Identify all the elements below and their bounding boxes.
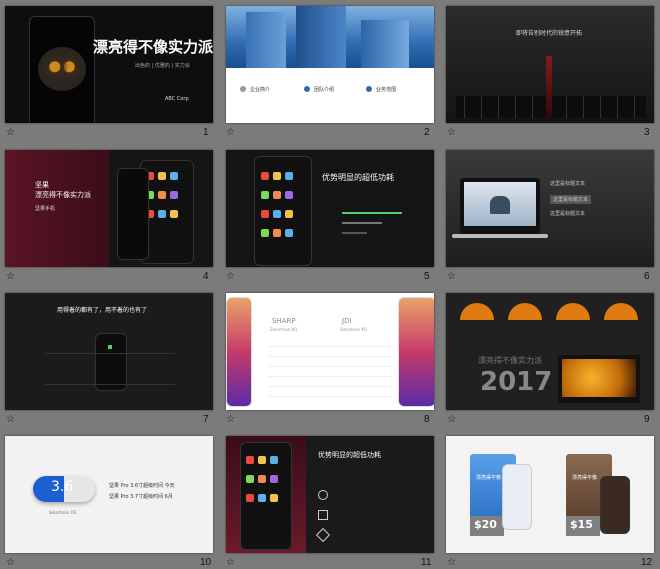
green-dot (108, 345, 112, 349)
label-right: 漂亮得不像 (572, 475, 598, 481)
phone-image-right (600, 476, 630, 534)
slide-number: 4 (203, 271, 209, 282)
info-row-3: 这里是标题文本 (550, 211, 586, 217)
progress-bar-gray-2 (342, 232, 367, 234)
phone-image-left (502, 464, 532, 530)
slide-title: 优势明显的超低功耗 (318, 451, 381, 459)
slide-thumbnail-12[interactable]: 漂亮得不像 $20 漂亮得不像 $15 (446, 436, 654, 553)
gauge-2 (508, 303, 542, 320)
spec-table (268, 337, 392, 401)
price-left: $20 (474, 518, 497, 531)
gauge-4 (604, 303, 638, 320)
gauge-3 (556, 303, 590, 320)
phone-image (240, 442, 292, 550)
phone-image-right (398, 297, 434, 407)
slide-footer: ABC Corp (165, 96, 189, 102)
progress-bar-green (342, 212, 402, 214)
slide-number: 11 (421, 557, 432, 568)
star-icon[interactable]: ☆ (6, 271, 15, 282)
slide-title: 优势明显的超低功耗 (322, 173, 394, 182)
star-icon[interactable]: ☆ (447, 271, 456, 282)
slide-thumbnail-5[interactable]: 优势明显的超低功耗 (226, 150, 434, 267)
slide-thumbnail-3[interactable]: 即将告别时代的锐意开拓 (446, 6, 654, 123)
slide-thumbnail-1[interactable]: 漂亮得不像实力派 出色的 | 优雅的 | 实力派 ABC Corp (5, 6, 213, 123)
owl-image (38, 47, 86, 91)
slide-thumbnail-7[interactable]: 用得着的都有了，用不着的也有了 (5, 293, 213, 410)
sub-left: Smartisan M1 (270, 327, 298, 332)
slide-title-line1: 坚果 (35, 181, 49, 189)
phone-image-left (226, 297, 252, 407)
slide-number: 1 (203, 127, 209, 138)
feature-icon-3 (366, 86, 372, 92)
slide-subtitle: 坚果手机 (35, 206, 56, 212)
slide-thumbnail-10[interactable]: 3.6 坚果 Pro 3.6寸超级时间 今天 坚果 Pro 3.7寸超级时间 6… (5, 436, 213, 553)
phone-image (254, 156, 312, 266)
slide-number: 7 (203, 414, 209, 425)
slide-title-line2: 漂亮得不像实力派 (35, 191, 91, 199)
star-icon[interactable]: ☆ (226, 271, 235, 282)
star-icon[interactable]: ☆ (447, 557, 456, 568)
slide-thumbnail-9[interactable]: 漂亮得不像实力派 2017 (446, 293, 654, 410)
info-line-2: 坚果 Pro 3.7寸超级时间 6月 (109, 494, 173, 500)
caption: Smartisan OS (49, 510, 77, 515)
slide-thumbnail-11[interactable]: 优势明显的超低功耗 (226, 436, 434, 553)
feature-label-3: 业务范围 (376, 87, 397, 93)
star-icon[interactable]: ☆ (226, 414, 235, 425)
star-icon[interactable]: ☆ (447, 127, 456, 138)
connector-lines (45, 353, 175, 385)
progress-bar-gray-1 (342, 222, 382, 224)
phone-image-back (117, 168, 149, 260)
brand-right: JDI (342, 317, 352, 325)
star-icon[interactable]: ☆ (226, 557, 235, 568)
slide-thumbnail-8[interactable]: SHARP JDI Smartisan M1 Smartisan M1 (226, 293, 434, 410)
slide-number: 5 (424, 271, 430, 282)
feature-icon-2 (304, 86, 310, 92)
gauge-1 (460, 303, 494, 320)
slide-heading: 漂亮得不像实力派 (478, 356, 542, 365)
slide-title: 即将告别时代的锐意开拓 (516, 30, 583, 37)
slide-subtitle: 出色的 | 优雅的 | 实力派 (135, 63, 190, 69)
info-row-1: 这里是标题文本 (550, 181, 586, 187)
slide-number: 12 (641, 557, 653, 568)
star-icon[interactable]: ☆ (6, 414, 15, 425)
building-image (226, 6, 434, 68)
star-icon[interactable]: ☆ (6, 127, 15, 138)
slide-title: 漂亮得不像实力派 (93, 38, 213, 56)
star-icon[interactable]: ☆ (447, 414, 456, 425)
slide-number: 10 (200, 557, 212, 568)
share-icon (318, 490, 328, 500)
slide-thumbnail-6[interactable]: 这里是标题文本 这里是标题文本 这里是标题文本 (446, 150, 654, 267)
feature-label-2: 团队介绍 (314, 87, 335, 93)
label-left: 漂亮得不像 (476, 475, 502, 481)
slide-number: 6 (644, 271, 650, 282)
info-row-2: 这里是标题文本 (550, 195, 592, 204)
laptop-image (558, 355, 640, 403)
brand-left: SHARP (272, 317, 296, 325)
slide-thumbnail-2[interactable]: 企业简介 团队介绍 业务范围 (226, 6, 434, 123)
highlight-bottle (546, 56, 552, 118)
grid-icon (318, 510, 328, 520)
slide-number: 9 (644, 414, 650, 425)
slide-title: 用得着的都有了，用不着的也有了 (57, 307, 148, 314)
slide-thumbnail-4[interactable]: 坚果 漂亮得不像实力派 坚果手机 (5, 150, 213, 267)
laptop-base (452, 234, 548, 238)
slide-number: 8 (424, 414, 430, 425)
feature-icon-1 (240, 86, 246, 92)
star-icon[interactable]: ☆ (226, 127, 235, 138)
info-line-1: 坚果 Pro 3.6寸超级时间 今天 (109, 483, 175, 489)
slide-number: 3 (644, 127, 650, 138)
sub-right: Smartisan M1 (340, 327, 368, 332)
slide-number: 2 (424, 127, 430, 138)
slide-year: 2017 (480, 367, 553, 397)
phone-image (29, 16, 95, 123)
star-icon[interactable]: ☆ (6, 557, 15, 568)
tools-icon (315, 527, 331, 543)
feature-label-1: 企业简介 (250, 87, 271, 93)
price-right: $15 (570, 518, 593, 531)
pill-value: 3.6 (51, 479, 74, 495)
laptop-image (460, 178, 540, 234)
